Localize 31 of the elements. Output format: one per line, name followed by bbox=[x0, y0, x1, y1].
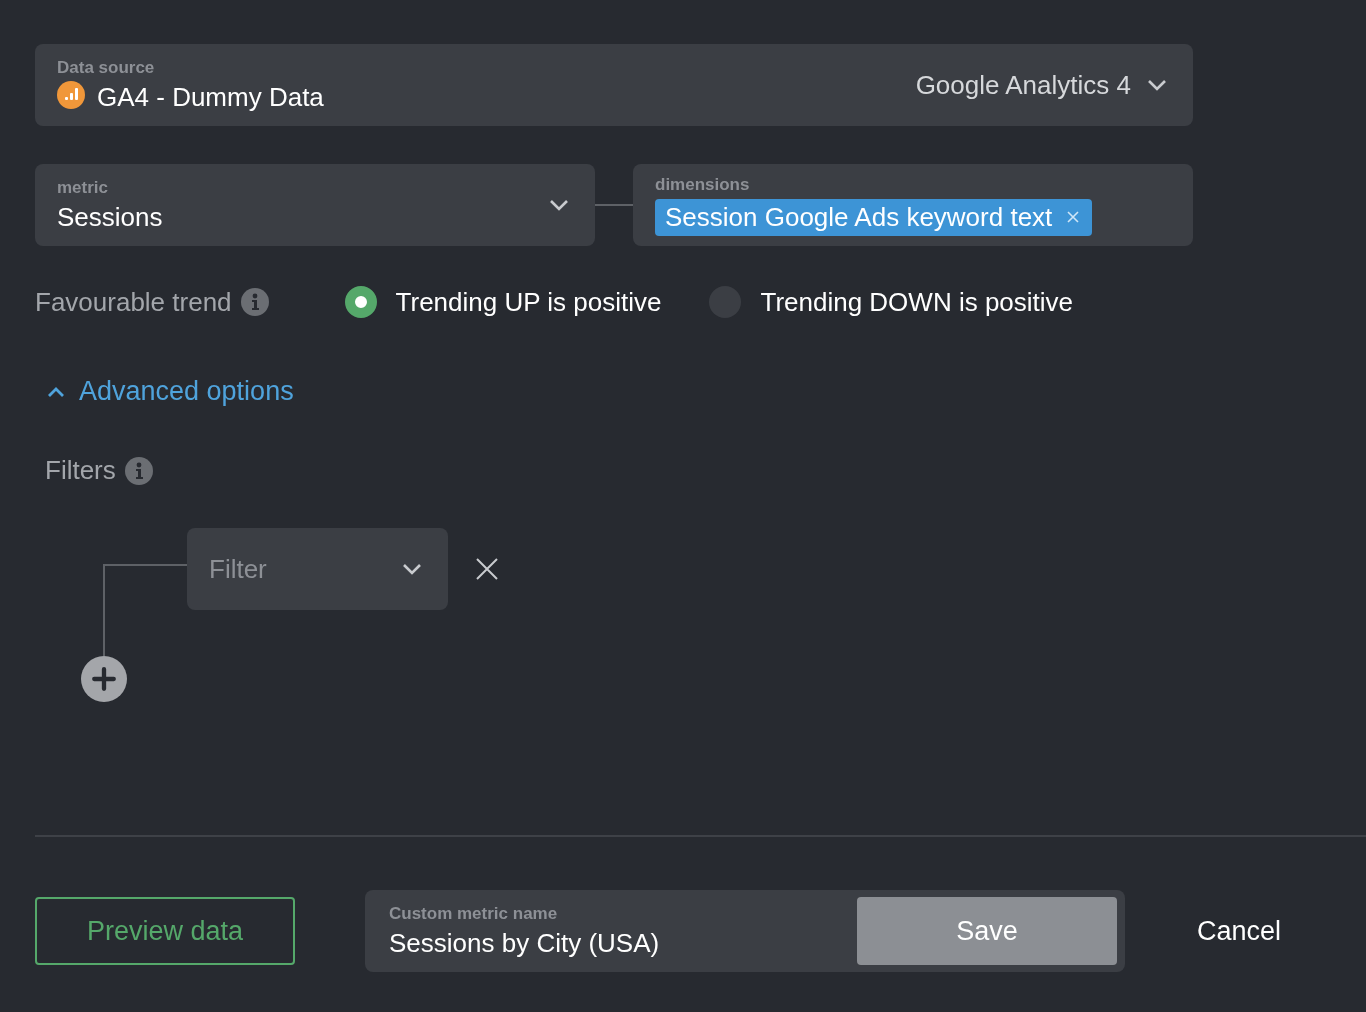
info-icon[interactable] bbox=[240, 288, 269, 316]
custom-metric-name-field[interactable]: Custom metric name Sessions by City (USA) Save bbox=[365, 890, 1125, 972]
info-icon[interactable] bbox=[124, 456, 153, 485]
data-source-select[interactable]: Data source GA4 - Dummy Data Google Analytics 4 bbox=[35, 44, 1193, 126]
radio-label[interactable]: Trending UP is positive bbox=[395, 286, 662, 318]
metric-select[interactable]: metric Sessions bbox=[35, 164, 595, 246]
filter-placeholder: Filter bbox=[209, 553, 267, 585]
radio-button[interactable] bbox=[344, 286, 377, 318]
chevron-down-icon bbox=[1147, 79, 1167, 91]
chevron-down-icon bbox=[402, 563, 422, 575]
plus-icon bbox=[91, 666, 117, 692]
close-icon[interactable] bbox=[475, 557, 499, 581]
field-label: Data source bbox=[57, 57, 156, 78]
filters-label: Filters bbox=[45, 455, 116, 486]
advanced-options-toggle[interactable]: Advanced options bbox=[47, 376, 294, 407]
bar-chart-icon bbox=[57, 81, 85, 109]
add-filter-button[interactable] bbox=[81, 656, 127, 702]
chevron-up-icon bbox=[47, 385, 65, 398]
field-label: metric bbox=[57, 177, 110, 198]
chevron-down-icon bbox=[549, 199, 569, 211]
provider-name: Google Analytics 4 bbox=[915, 69, 1131, 101]
radio-label[interactable]: Trending DOWN is positive bbox=[760, 286, 1074, 318]
connector-line bbox=[595, 204, 633, 206]
cancel-button[interactable]: Cancel bbox=[1197, 915, 1282, 947]
field-value: Sessions bbox=[57, 201, 164, 233]
field-label: Custom metric name bbox=[389, 903, 559, 924]
preview-data-button[interactable]: Preview data bbox=[35, 897, 295, 965]
field-value: GA4 - Dummy Data bbox=[97, 81, 324, 113]
field-value: Sessions by City (USA) bbox=[389, 927, 661, 959]
field-label: dimensions bbox=[655, 174, 750, 195]
trend-label: Favourable trend bbox=[35, 286, 232, 318]
